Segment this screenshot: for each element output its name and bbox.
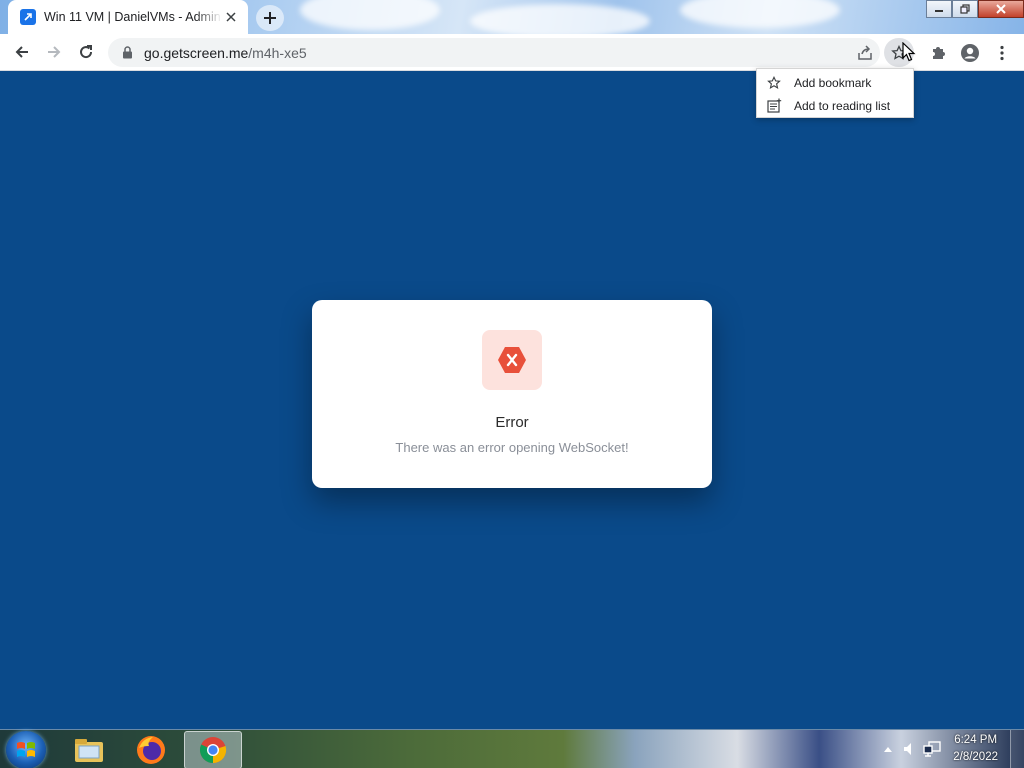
error-badge: [482, 330, 542, 390]
restore-button[interactable]: [952, 0, 978, 18]
error-message: There was an error opening WebSocket!: [395, 440, 629, 455]
url-text: go.getscreen.me/m4h-xe5: [144, 45, 307, 61]
getscreen-favicon-icon: [20, 9, 36, 25]
star-outline-icon: [766, 75, 782, 91]
file-explorer-icon: [75, 739, 103, 762]
network-button[interactable]: [921, 738, 943, 760]
page-content: Error There was an error opening WebSock…: [0, 71, 1024, 729]
firefox-icon: [137, 736, 165, 764]
error-dialog: Error There was an error opening WebSock…: [312, 300, 712, 488]
windows-logo-icon: [17, 742, 35, 757]
puzzle-icon: [933, 47, 945, 59]
chrome-icon: [199, 737, 227, 764]
taskbar-file-explorer[interactable]: [60, 731, 118, 768]
kebab-menu-icon: [1000, 45, 1004, 61]
close-window-button[interactable]: [978, 0, 1024, 18]
taskbar-firefox[interactable]: [122, 731, 180, 768]
error-title: Error: [495, 414, 529, 431]
url-path: /m4h-xe5: [248, 44, 307, 61]
windows-taskbar: 6:24 PM 2/8/2022: [0, 729, 1024, 768]
tab-title: Win 11 VM | DanielVMs - Admin: [44, 10, 221, 24]
taskbar-clock[interactable]: 6:24 PM 2/8/2022: [953, 732, 998, 766]
wallpaper-cloud: [300, 0, 440, 30]
restore-icon: [960, 4, 970, 14]
back-arrow-icon: [15, 46, 28, 58]
clock-date: 2/8/2022: [953, 751, 998, 763]
reload-icon: [80, 45, 93, 59]
plus-icon: [264, 12, 276, 24]
reload-button[interactable]: [72, 38, 100, 66]
show-desktop-button[interactable]: [1010, 730, 1024, 768]
browser-tab-active[interactable]: Win 11 VM | DanielVMs - Admin: [8, 0, 248, 34]
url-host: go.getscreen.me: [144, 44, 249, 61]
tab-close-icon[interactable]: [222, 8, 240, 26]
share-icon[interactable]: [856, 44, 874, 62]
back-button[interactable]: [8, 38, 36, 66]
clock-time: 6:24 PM: [954, 734, 998, 746]
mouse-cursor-icon: [902, 42, 916, 62]
new-tab-button[interactable]: [256, 5, 284, 31]
menu-item-label: Add bookmark: [794, 75, 872, 90]
lock-icon[interactable]: [120, 46, 134, 60]
menu-item-add-to-reading-list[interactable]: Add to reading list: [757, 94, 913, 117]
window-controls: [926, 0, 1024, 18]
address-bar[interactable]: go.getscreen.me/m4h-xe5: [108, 38, 880, 67]
menu-item-add-bookmark[interactable]: Add bookmark: [757, 71, 913, 94]
taskbar-chrome[interactable]: [184, 731, 242, 768]
browser-menu-button[interactable]: [988, 39, 1016, 67]
extensions-button[interactable]: [924, 39, 952, 67]
chevron-up-icon: [884, 747, 893, 752]
tray-expand-button[interactable]: [877, 738, 899, 760]
system-tray: 6:24 PM 2/8/2022: [877, 730, 998, 768]
profile-button[interactable]: [956, 39, 984, 67]
forward-arrow-icon: [48, 46, 61, 58]
error-hexagon-icon: [498, 347, 526, 373]
speaker-icon: [904, 743, 912, 755]
start-button[interactable]: [6, 731, 46, 768]
wallpaper-cloud: [470, 4, 650, 34]
close-icon: [996, 4, 1006, 14]
menu-item-label: Add to reading list: [794, 98, 891, 113]
wallpaper-cloud: [680, 0, 840, 28]
profile-avatar-icon: [961, 44, 979, 62]
forward-button[interactable]: [40, 38, 68, 66]
volume-button[interactable]: [899, 738, 921, 760]
reading-list-icon: [766, 98, 782, 114]
minimize-icon: [935, 10, 943, 12]
bookmark-dropdown-menu: Add bookmark Add to reading list: [756, 68, 914, 118]
minimize-button[interactable]: [926, 0, 952, 18]
network-icon: [923, 741, 941, 757]
browser-title-bar: Win 11 VM | DanielVMs - Admin: [0, 0, 1024, 34]
browser-toolbar: go.getscreen.me/m4h-xe5: [0, 34, 1024, 71]
